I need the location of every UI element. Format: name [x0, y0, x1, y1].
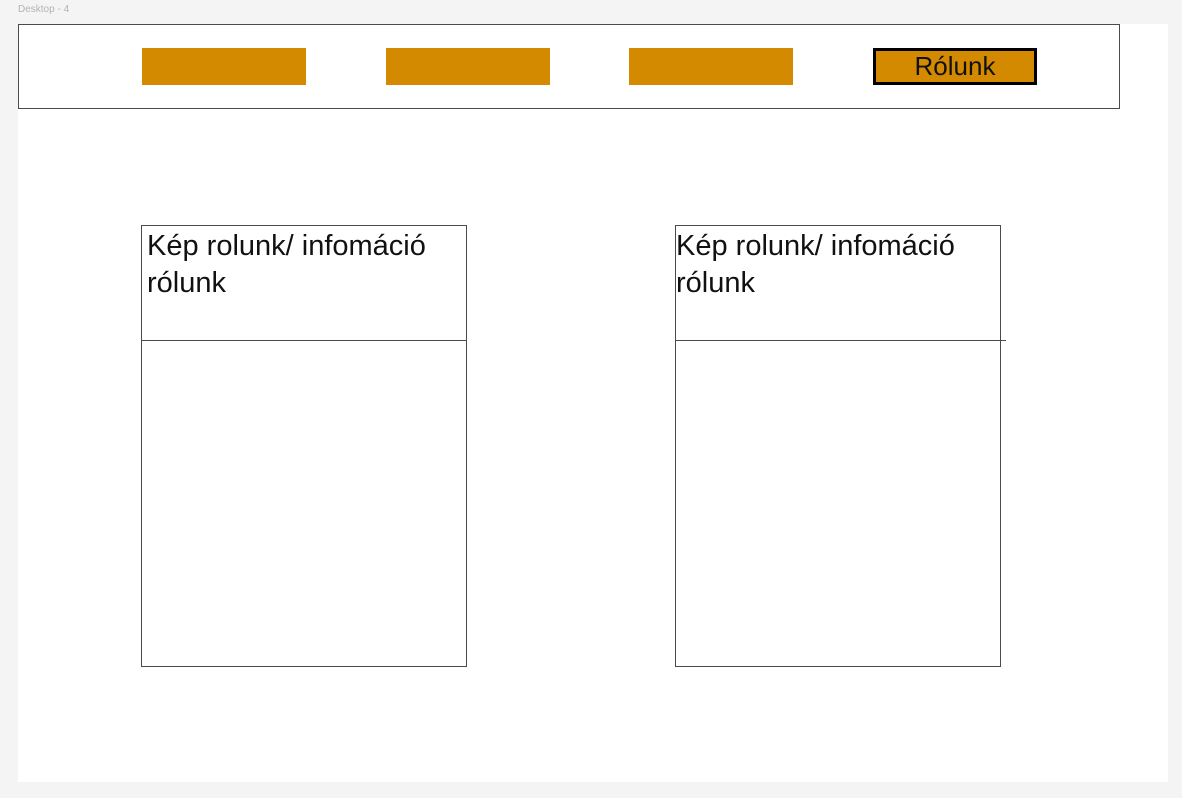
desktop-frame: Rólunk Kép rolunk/ infomáció rólunk Kép … [18, 24, 1168, 782]
nav-button-2[interactable] [386, 48, 550, 85]
navbar: Rólunk [18, 24, 1120, 109]
frame-label: Desktop - 4 [18, 4, 70, 15]
card-divider [676, 340, 1006, 341]
nav-button-rolunk[interactable]: Rólunk [873, 48, 1037, 85]
about-card-1: Kép rolunk/ infomáció rólunk [141, 225, 467, 667]
about-card-2: Kép rolunk/ infomáció rólunk [675, 225, 1006, 667]
nav-button-3[interactable] [629, 48, 793, 85]
about-card-text: Kép rolunk/ infomáció rólunk [676, 230, 955, 299]
nav-button-1[interactable] [142, 48, 306, 85]
about-card-text: Kép rolunk/ infomáció rólunk [147, 230, 426, 299]
card-divider [142, 340, 466, 341]
